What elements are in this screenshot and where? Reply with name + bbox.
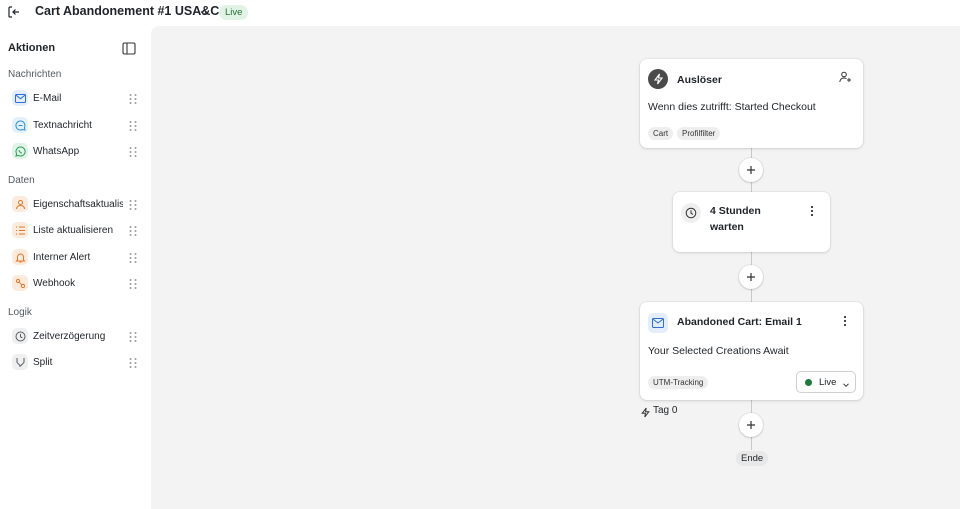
sidebar-item-zeitverzoegerung[interactable]: Zeitverzögerung xyxy=(0,325,151,347)
sidebar-item-label: Interner Alert xyxy=(33,251,91,263)
delay-title-line2: warten xyxy=(710,221,744,233)
more-options-icon[interactable] xyxy=(841,314,849,328)
drag-handle-icon[interactable] xyxy=(128,277,138,289)
add-step-button[interactable] xyxy=(739,158,763,182)
sidebar-item-label: Split xyxy=(33,356,53,368)
chat-icon xyxy=(12,117,28,133)
sidebar-item-label: Liste aktualisieren xyxy=(33,224,114,236)
delay-card[interactable]: 4 Stunden warten xyxy=(673,192,830,252)
add-step-button[interactable] xyxy=(739,265,763,289)
drag-handle-icon[interactable] xyxy=(128,119,138,131)
drag-handle-icon[interactable] xyxy=(128,330,138,342)
section-label-daten: Daten xyxy=(8,175,35,186)
status-badge: Live xyxy=(219,5,249,20)
trigger-description: Wenn dies zutrifft: Started Checkout xyxy=(648,101,816,113)
sidebar-item-label: E-Mail xyxy=(33,92,62,104)
trigger-tag: Cart xyxy=(648,127,674,140)
sidebar-item-split[interactable]: Split xyxy=(0,351,151,373)
chevron-down-icon[interactable] xyxy=(198,6,210,18)
day-label: Tag 0 xyxy=(653,405,678,416)
sidebar-item-label: Eigenschaftsaktualisi xyxy=(33,198,123,210)
mail-icon xyxy=(648,313,668,333)
list-icon xyxy=(12,222,28,238)
email-subject: Your Selected Creations Await xyxy=(648,345,789,357)
email-card[interactable]: Abandoned Cart: Email 1 Your Selected Cr… xyxy=(640,302,863,400)
sidebar-item-whatsapp[interactable]: WhatsApp xyxy=(0,140,151,162)
drag-handle-icon[interactable] xyxy=(128,251,138,263)
plus-icon xyxy=(747,273,755,281)
more-options-icon[interactable] xyxy=(808,204,816,218)
sidebar-title: Aktionen xyxy=(8,42,56,54)
trigger-title: Auslöser xyxy=(677,74,722,86)
email-title: Abandoned Cart: Email 1 xyxy=(677,316,802,328)
lightning-icon xyxy=(640,405,652,418)
chevron-down-icon xyxy=(841,377,851,388)
exit-icon[interactable] xyxy=(6,4,22,20)
sidebar-item-label: WhatsApp xyxy=(33,145,80,157)
actions-sidebar: Aktionen Nachrichten E-Mail Textnachrich… xyxy=(0,26,151,509)
mail-icon xyxy=(12,90,28,106)
sidebar-item-label: Webhook xyxy=(33,277,76,289)
drag-handle-icon[interactable] xyxy=(128,198,138,210)
sidebar-item-textnachricht[interactable]: Textnachricht xyxy=(0,114,151,136)
drag-handle-icon[interactable] xyxy=(128,356,138,368)
sidebar-item-webhook[interactable]: Webhook xyxy=(0,272,151,294)
clock-icon xyxy=(681,203,701,223)
plus-icon xyxy=(747,421,755,429)
add-step-button[interactable] xyxy=(739,413,763,437)
status-dropdown[interactable]: Live xyxy=(796,371,856,393)
drag-handle-icon[interactable] xyxy=(128,145,138,157)
sidebar-item-label: Zeitverzögerung xyxy=(33,330,106,342)
section-label-logik: Logik xyxy=(8,307,32,318)
status-dot xyxy=(805,379,812,386)
email-tag: UTM-Tracking xyxy=(648,376,709,389)
drag-handle-icon[interactable] xyxy=(128,224,138,236)
section-label-nachrichten: Nachrichten xyxy=(8,69,62,80)
whatsapp-icon xyxy=(12,143,28,159)
trigger-tag: Profilfilter xyxy=(677,127,721,140)
trigger-card[interactable]: Auslöser Wenn dies zutrifft: Started Che… xyxy=(640,59,863,148)
person-icon xyxy=(12,196,28,212)
sidebar-item-eigenschaftsaktualisierung[interactable]: Eigenschaftsaktualisi xyxy=(0,193,151,215)
plus-icon xyxy=(747,166,755,174)
split-icon xyxy=(12,354,28,370)
clock-icon xyxy=(12,328,28,344)
bell-icon xyxy=(12,249,28,265)
sidebar-item-label: Textnachricht xyxy=(33,119,92,131)
person-add-icon[interactable] xyxy=(838,70,852,84)
webhook-icon xyxy=(12,275,28,291)
drag-handle-icon[interactable] xyxy=(128,92,138,104)
status-dropdown-label: Live xyxy=(819,377,837,388)
delay-title-line1: 4 Stunden xyxy=(710,205,761,217)
sidebar-item-liste-aktualisieren[interactable]: Liste aktualisieren xyxy=(0,219,151,241)
top-bar: Cart Abandonement #1 USA&CA Live xyxy=(0,0,960,26)
sidebar-item-interner-alert[interactable]: Interner Alert xyxy=(0,246,151,268)
lightning-icon xyxy=(648,69,668,89)
panel-left-icon[interactable] xyxy=(122,42,136,55)
end-badge: Ende xyxy=(736,451,769,466)
sidebar-item-email[interactable]: E-Mail xyxy=(0,87,151,109)
